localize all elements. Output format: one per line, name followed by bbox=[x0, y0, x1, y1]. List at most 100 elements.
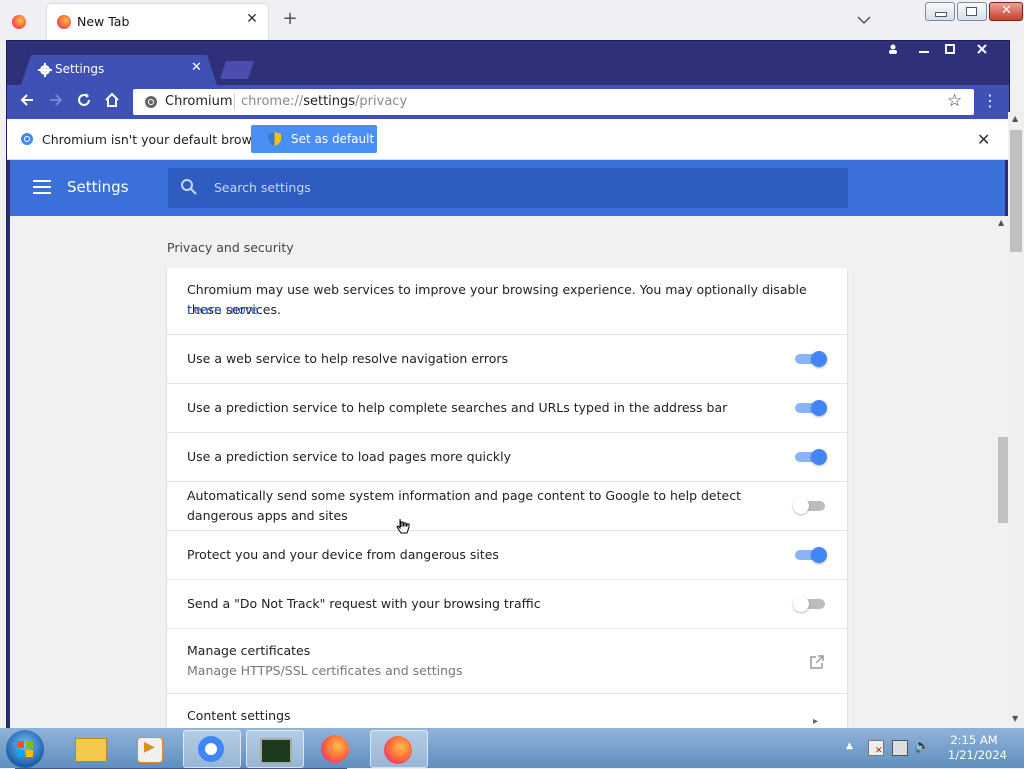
safe-browsing-toggle[interactable] bbox=[795, 547, 827, 563]
hand-cursor-icon bbox=[396, 518, 410, 534]
intro-text: Chromium may use web services to improve… bbox=[187, 282, 807, 317]
infobar-message: Chromium isn't your default browser. bbox=[42, 132, 274, 147]
settings-content: Privacy and security Chromium may use we… bbox=[10, 216, 995, 728]
new-tab-button[interactable]: + bbox=[281, 10, 299, 28]
content-settings-row[interactable]: Content settings ▸ bbox=[167, 693, 847, 728]
security-chip-label: Chromium bbox=[165, 94, 233, 109]
page-title: Settings bbox=[67, 178, 129, 196]
navigation-errors-toggle[interactable] bbox=[795, 351, 827, 367]
taskbar-media-player[interactable]: ▶ bbox=[122, 730, 178, 766]
gear-icon bbox=[38, 63, 52, 77]
reload-icon[interactable] bbox=[74, 92, 94, 112]
setting-label: Use a prediction service to help complet… bbox=[187, 400, 728, 415]
hamburger-menu-icon[interactable] bbox=[33, 180, 51, 194]
taskbar-firefox-active[interactable] bbox=[370, 730, 428, 768]
certificates-title: Manage certificates bbox=[187, 643, 311, 658]
do-not-track-toggle[interactable] bbox=[793, 596, 827, 612]
setting-row[interactable]: Automatically send some system informati… bbox=[167, 481, 847, 531]
search-prediction-toggle[interactable] bbox=[795, 400, 827, 416]
volume-muted-icon[interactable]: 🔈 bbox=[914, 739, 930, 754]
firefox-menu-icon[interactable] bbox=[12, 15, 26, 29]
profile-icon[interactable] bbox=[881, 43, 905, 57]
close-infobar-icon[interactable]: ✕ bbox=[977, 130, 990, 149]
certificates-subtitle: Manage HTTPS/SSL certificates and settin… bbox=[187, 663, 463, 678]
search-placeholder: Search settings bbox=[214, 180, 311, 195]
restore-button[interactable] bbox=[957, 2, 987, 21]
setting-row[interactable]: Protect you and your device from dangero… bbox=[167, 530, 847, 580]
learn-more-link[interactable]: Learn more bbox=[187, 300, 258, 320]
show-hidden-icons[interactable]: ▲ bbox=[846, 741, 853, 751]
close-tab-icon[interactable]: ✕ bbox=[244, 11, 260, 27]
clock[interactable]: 2:15 AM 1/21/2024 bbox=[948, 733, 1007, 763]
arrow-right-icon: ▸ bbox=[813, 716, 819, 727]
content-settings-label: Content settings bbox=[187, 708, 291, 723]
setting-label: Use a prediction service to load pages m… bbox=[187, 449, 511, 464]
manage-certificates-row[interactable]: Manage certificates Manage HTTPS/SSL cer… bbox=[167, 628, 847, 694]
taskbar-firefox[interactable] bbox=[308, 730, 364, 766]
settings-scrollbar[interactable]: ▲ bbox=[995, 216, 1009, 728]
firefox-tab-title: New Tab bbox=[77, 14, 130, 29]
forward-icon bbox=[46, 92, 66, 112]
close-window-button[interactable]: ✕ bbox=[989, 2, 1023, 21]
setting-label: Use a web service to help resolve naviga… bbox=[187, 351, 509, 366]
home-icon[interactable] bbox=[102, 92, 122, 112]
start-button[interactable] bbox=[6, 730, 44, 768]
scroll-up-icon[interactable]: ▲ bbox=[1012, 114, 1018, 123]
chromium-window: Settings ✕ Chromium chrome://settings/pr… bbox=[6, 40, 1010, 769]
setting-row[interactable]: Use a web service to help resolve naviga… bbox=[167, 334, 847, 384]
setting-row[interactable]: Use a prediction service to load pages m… bbox=[167, 432, 847, 482]
taskbar-explorer[interactable] bbox=[62, 730, 118, 766]
setting-row[interactable]: Send a "Do Not Track" request with your … bbox=[167, 579, 847, 629]
firefox-tab-strip: New Tab ✕ + ✕ bbox=[0, 0, 1024, 42]
setting-label: Automatically send some system informati… bbox=[187, 488, 741, 523]
maximize-icon[interactable] bbox=[938, 43, 962, 57]
settings-header: Settings Search settings bbox=[10, 160, 1005, 216]
search-icon bbox=[181, 179, 197, 195]
scrollbar-thumb[interactable] bbox=[998, 437, 1008, 523]
bookmark-star-icon[interactable]: ☆ bbox=[947, 91, 962, 111]
close-icon[interactable] bbox=[970, 43, 994, 57]
close-tab-icon[interactable]: ✕ bbox=[191, 60, 202, 75]
default-browser-infobar: Chromium isn't your default browser. Set… bbox=[7, 119, 1009, 160]
set-as-default-label: Set as default bbox=[291, 132, 375, 146]
firefox-favicon-icon bbox=[57, 15, 71, 29]
external-link-icon[interactable] bbox=[809, 654, 825, 670]
safe-browsing-reporting-toggle[interactable] bbox=[793, 498, 827, 514]
chromium-menu-icon[interactable]: ⋮ bbox=[982, 91, 998, 110]
page-prediction-toggle[interactable] bbox=[795, 449, 827, 465]
network-icon[interactable] bbox=[892, 740, 908, 756]
setting-row[interactable]: Use a prediction service to help complet… bbox=[167, 383, 847, 433]
back-icon[interactable] bbox=[17, 92, 37, 112]
set-as-default-button[interactable]: Set as default bbox=[251, 125, 377, 153]
minimize-icon[interactable] bbox=[912, 43, 936, 57]
setting-label: Send a "Do Not Track" request with your … bbox=[187, 596, 541, 611]
taskbar-chromium[interactable] bbox=[183, 730, 241, 768]
setting-label: Protect you and your device from dangero… bbox=[187, 547, 499, 562]
tab-title: Settings bbox=[55, 62, 105, 76]
scrollbar-thumb[interactable] bbox=[1010, 130, 1022, 252]
close-icon: ✕ bbox=[1001, 3, 1012, 18]
firefox-icon bbox=[321, 735, 349, 763]
address-bar[interactable]: Chromium chrome://settings/privacy ☆ bbox=[133, 89, 974, 115]
section-title: Privacy and security bbox=[167, 240, 294, 255]
chevron-down-icon[interactable] bbox=[855, 11, 873, 29]
firefox-tab-new-tab[interactable]: New Tab ✕ bbox=[47, 4, 268, 40]
new-tab-button[interactable] bbox=[220, 61, 254, 79]
chromium-toolbar: Chromium chrome://settings/privacy ☆ ⋮ bbox=[7, 85, 1009, 119]
intro-row: Chromium may use web services to improve… bbox=[167, 268, 847, 334]
clock-date: 1/21/2024 bbox=[948, 748, 1007, 762]
outer-scrollbar[interactable]: ▲ ▼ bbox=[1008, 112, 1024, 728]
uac-shield-icon bbox=[268, 132, 281, 146]
tab-settings[interactable]: Settings ✕ bbox=[21, 55, 217, 85]
chromium-icon bbox=[145, 96, 157, 108]
search-settings-input[interactable]: Search settings bbox=[168, 168, 848, 208]
monitor-icon bbox=[260, 738, 292, 764]
taskbar-task-manager[interactable] bbox=[246, 730, 304, 768]
scroll-up-icon[interactable]: ▲ bbox=[998, 218, 1004, 227]
chromium-titlebar: Settings ✕ bbox=[7, 41, 1009, 85]
firefox-icon bbox=[384, 736, 412, 764]
minimize-button[interactable] bbox=[925, 2, 955, 21]
scroll-down-icon[interactable]: ▼ bbox=[1012, 714, 1018, 723]
url-text[interactable]: chrome://settings/privacy bbox=[241, 94, 407, 109]
omnibox-separator bbox=[234, 94, 235, 110]
